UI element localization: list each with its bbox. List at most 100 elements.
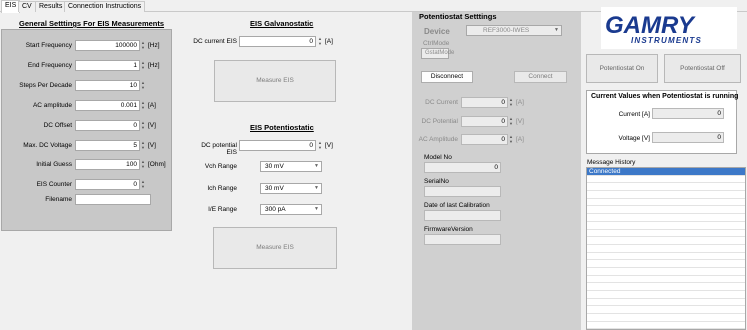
steps-per-decade-spinner[interactable]: ▲ ▼: [140, 80, 146, 91]
current-value-field: 0: [652, 108, 724, 119]
message-row[interactable]: [587, 206, 745, 215]
ac-amplitude-label: AC amplitude: [32, 102, 72, 109]
message-row[interactable]: [587, 237, 745, 245]
filename-input[interactable]: [75, 194, 151, 205]
pot-ac-amplitude-unit: [A]: [516, 136, 524, 143]
ac-amplitude-input[interactable]: 0.001: [75, 100, 140, 111]
max-dc-voltage-spinner[interactable]: ▲ ▼: [140, 140, 146, 151]
message-row[interactable]: [587, 276, 745, 284]
connect-button[interactable]: Connect: [514, 71, 567, 83]
message-row[interactable]: [587, 253, 745, 261]
end-frequency-input[interactable]: 1: [75, 60, 140, 71]
message-row[interactable]: [587, 222, 745, 230]
pot-dc-current-input[interactable]: 0: [461, 97, 508, 108]
initial-guess-spinner[interactable]: ▲ ▼: [140, 159, 146, 170]
eis-counter-spinner[interactable]: ▲ ▼: [140, 179, 146, 190]
message-row[interactable]: [587, 283, 745, 291]
potentiostat-on-button[interactable]: Potentiostat On: [586, 54, 658, 83]
pot-ac-amplitude-input[interactable]: 0: [461, 134, 508, 145]
measure-eis-galvanostatic-button[interactable]: Measure EIS: [214, 60, 336, 102]
measure-eis-potentiostatic-button[interactable]: Measure EIS: [213, 227, 337, 269]
message-row[interactable]: [587, 322, 745, 329]
device-label: Device: [424, 27, 450, 36]
end-frequency-label: End Frequency: [27, 62, 72, 69]
initial-guess-label: Initial Guess: [36, 161, 72, 168]
max-dc-voltage-input[interactable]: 5: [75, 140, 140, 151]
dc-offset-spinner[interactable]: ▲ ▼: [140, 120, 146, 131]
brand-name: GAMRY: [605, 12, 696, 39]
message-row[interactable]: [587, 245, 745, 253]
pot-dc-current-unit: [A]: [516, 99, 524, 106]
eis-counter-label: EIS Counter: [36, 181, 72, 188]
chevron-down-icon: ▼: [314, 206, 319, 212]
max-dc-voltage-label: Max. DC Voltage: [23, 142, 72, 149]
tab-results[interactable]: Results: [35, 1, 67, 12]
initial-guess-input[interactable]: 100: [75, 159, 140, 170]
start-frequency-input[interactable]: 100000: [75, 40, 140, 51]
dc-current-eis-spinner[interactable]: ▲ ▼: [317, 36, 323, 47]
vch-range-value: 30 mV: [265, 163, 284, 170]
serial-no-field: [424, 186, 501, 197]
message-row[interactable]: [587, 183, 745, 192]
dc-potential-eis-label: DC potential EIS: [201, 142, 237, 156]
tab-connection-instructions[interactable]: Connection Instructions: [64, 1, 146, 12]
ac-amplitude-spinner[interactable]: ▲ ▼: [140, 100, 146, 111]
ich-range-select[interactable]: 30 mV ▼: [260, 183, 322, 194]
message-history-title: Message History: [587, 159, 636, 166]
device-value: REF3000-IWES: [483, 27, 530, 34]
pot-dc-current-spinner[interactable]: ▲ ▼: [508, 97, 514, 108]
pot-dc-potential-spinner[interactable]: ▲ ▼: [508, 116, 514, 127]
ctrlmode-select[interactable]: GstatMode: [421, 48, 454, 59]
dc-offset-input[interactable]: 0: [75, 120, 140, 131]
message-row[interactable]: [587, 260, 745, 268]
end-frequency-unit: [Hz]: [148, 62, 160, 69]
pot-dc-current-label: DC Current: [425, 99, 458, 106]
device-select[interactable]: REF3000-IWES ▼: [466, 25, 562, 36]
tab-cv[interactable]: CV: [18, 1, 36, 12]
pot-ac-amplitude-spinner[interactable]: ▲ ▼: [508, 134, 514, 145]
pot-dc-potential-unit: [V]: [516, 118, 524, 125]
start-frequency-spinner[interactable]: ▲ ▼: [140, 40, 146, 51]
eis-counter-input[interactable]: 0: [75, 179, 140, 190]
eis-settings-title: General Setttings For EIS Measurements: [19, 19, 165, 28]
message-history-list[interactable]: Connected: [586, 167, 746, 330]
message-row[interactable]: [587, 306, 745, 315]
ctrlmode-label: CtrlMode: [423, 40, 450, 47]
chevron-down-icon: ▼: [314, 163, 319, 169]
firmware-version-field: [424, 234, 501, 245]
message-row[interactable]: [587, 230, 745, 238]
filename-label: Filename: [45, 196, 72, 203]
message-row[interactable]: [587, 268, 745, 276]
voltage-label: Voltage [V]: [618, 135, 650, 142]
message-row[interactable]: [587, 191, 745, 199]
pot-dc-potential-input[interactable]: 0: [461, 116, 508, 127]
ie-range-value: 300 pA: [265, 206, 286, 213]
message-row[interactable]: [587, 314, 745, 322]
disconnect-button[interactable]: Disconnect: [421, 71, 473, 83]
potentiostat-off-button[interactable]: Potentiostat Off: [664, 54, 741, 83]
end-frequency-spinner[interactable]: ▲ ▼: [140, 60, 146, 71]
message-row[interactable]: [587, 214, 745, 222]
ie-range-label: I/E Range: [208, 206, 237, 213]
message-row[interactable]: [587, 291, 745, 299]
message-row[interactable]: Connected: [587, 168, 745, 176]
vch-range-select[interactable]: 30 mV ▼: [260, 161, 322, 172]
message-row[interactable]: [587, 199, 745, 207]
potentiostat-settings-title: Potentiostat Setttings: [419, 12, 497, 21]
ac-amplitude-unit: [A]: [148, 102, 156, 109]
message-row[interactable]: [587, 299, 745, 307]
galvanostatic-title: EIS Galvanostatic: [250, 19, 314, 28]
message-row[interactable]: [587, 176, 745, 184]
dc-potential-eis-input[interactable]: 0: [239, 140, 316, 151]
model-no-field: 0: [424, 162, 501, 173]
ie-range-select[interactable]: 300 pA ▼: [260, 204, 322, 215]
dc-current-eis-input[interactable]: 0: [239, 36, 316, 47]
brand-subtitle: INSTRUMENTS: [631, 36, 702, 45]
gamry-logo: GAMRY INSTRUMENTS: [601, 7, 737, 49]
calibration-date-field: [424, 210, 501, 221]
dc-potential-eis-spinner[interactable]: ▲ ▼: [317, 140, 323, 151]
steps-per-decade-input[interactable]: 10: [75, 80, 140, 91]
pot-ac-amplitude-label: AC Amplitude: [418, 136, 458, 143]
dc-offset-label: DC Offset: [43, 122, 72, 129]
start-frequency-label: Start Frequency: [25, 42, 72, 49]
